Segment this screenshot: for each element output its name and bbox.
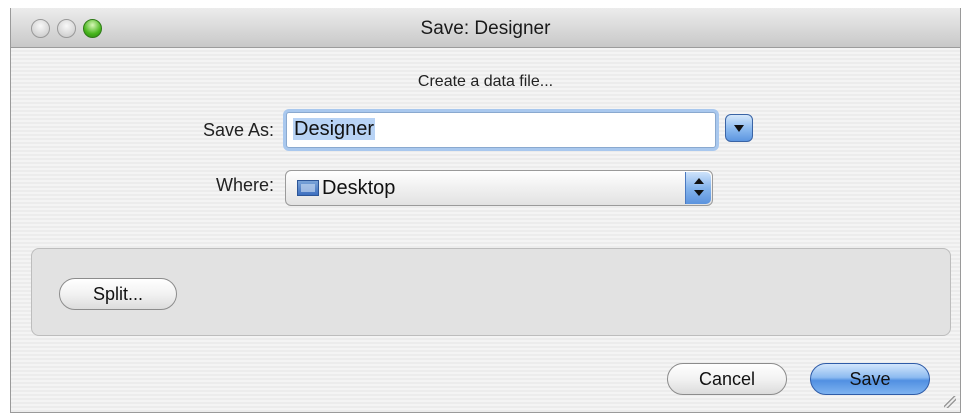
title-bar[interactable]: Save: Designer (11, 8, 960, 48)
where-value: Desktop (322, 177, 396, 199)
dialog-message: Create a data file... (417, 73, 554, 90)
save-as-input[interactable]: Designer (286, 112, 716, 148)
split-button[interactable]: Split... (59, 278, 177, 310)
resize-grip[interactable] (944, 396, 956, 408)
disclosure-triangle-icon (734, 124, 744, 132)
where-popup-menu[interactable]: Desktop (285, 170, 713, 206)
where-label: Where: (215, 175, 274, 195)
save-as-value: Designer (293, 118, 376, 140)
cancel-button[interactable]: Cancel (667, 363, 787, 395)
save-as-label: Save As: (202, 120, 274, 140)
save-button[interactable]: Save (810, 363, 930, 395)
up-down-arrows-icon (685, 172, 711, 204)
expand-dialog-button[interactable] (725, 114, 753, 142)
desktop-folder-icon (297, 180, 319, 196)
save-dialog-window: Save: Designer Create a data file... Sav… (10, 8, 961, 413)
window-title: Save: Designer (420, 18, 551, 39)
